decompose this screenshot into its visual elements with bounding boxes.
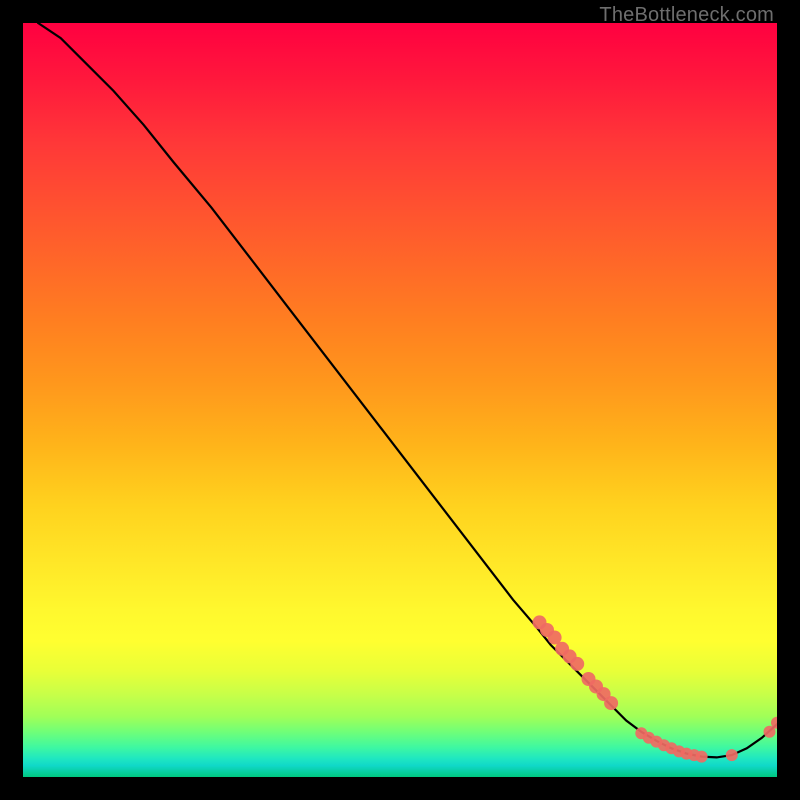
- watermark-text: TheBottleneck.com: [599, 4, 774, 27]
- chart-frame: TheBottleneck.com: [0, 0, 800, 800]
- chart-plot-area: [23, 23, 777, 777]
